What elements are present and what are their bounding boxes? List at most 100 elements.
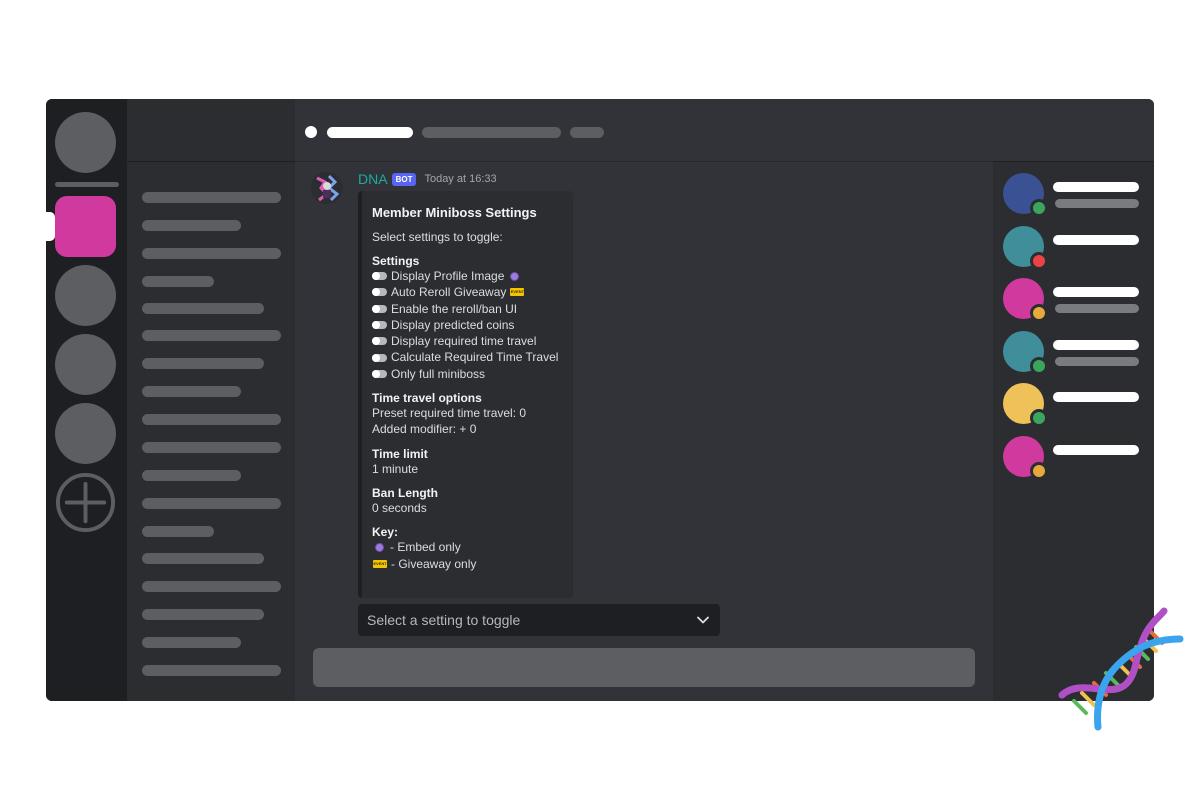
setting-label: Display required time travel — [391, 334, 537, 349]
ban-length-heading: Ban Length — [372, 485, 438, 500]
channel-name — [327, 127, 413, 138]
channel-item[interactable] — [142, 609, 264, 620]
settings-select[interactable]: Select a setting to toggle — [358, 604, 720, 636]
toggle-off-icon — [372, 369, 387, 378]
setting-row: Auto Reroll Giveaway EVENT — [372, 284, 567, 300]
event-badge-icon: EVENT — [510, 288, 525, 297]
status-idle-icon — [1030, 462, 1048, 480]
embed-description: Select settings to toggle: — [372, 230, 503, 244]
channel-item[interactable] — [142, 442, 281, 453]
member-activity — [1055, 199, 1139, 208]
channel-item[interactable] — [142, 276, 214, 287]
setting-row: Display predicted coins — [372, 317, 567, 333]
channel-item[interactable] — [142, 498, 281, 509]
key-row: EVENT - Giveaway only — [372, 556, 567, 572]
channel-item[interactable] — [142, 358, 264, 369]
setting-label: Enable the reroll/ban UI — [391, 301, 518, 316]
time-limit-value: 1 minute — [372, 461, 419, 476]
channel-item[interactable] — [142, 581, 281, 592]
setting-label: Display Profile Image — [391, 269, 505, 283]
channel-item[interactable] — [142, 637, 241, 648]
message-header: DNA BOT Today at 16:33 — [358, 170, 497, 188]
status-idle-icon — [1030, 304, 1048, 322]
channel-item[interactable] — [142, 330, 281, 341]
member-item[interactable] — [1003, 173, 1143, 217]
status-online-icon — [1030, 199, 1048, 217]
setting-row: Display required time travel — [372, 333, 567, 349]
member-name — [1053, 445, 1139, 455]
member-item[interactable] — [1003, 436, 1143, 480]
toggle-off-icon — [372, 337, 387, 346]
select-placeholder: Select a setting to toggle — [367, 612, 521, 628]
setting-row: Calculate Required Time Travel — [372, 349, 567, 365]
chat-area: DNA BOT Today at 16:33 Member Miniboss S… — [295, 99, 993, 701]
dna-helix-icon — [1058, 607, 1184, 731]
server-icon[interactable] — [55, 265, 116, 326]
channel-item[interactable] — [142, 526, 214, 537]
setting-row: Only full miniboss — [372, 366, 567, 382]
embed-only-icon — [375, 542, 384, 552]
dna-avatar-icon — [311, 172, 343, 204]
server-icon[interactable] — [55, 403, 116, 464]
channel-item[interactable] — [142, 553, 264, 564]
setting-row: Enable the reroll/ban UI — [372, 301, 567, 317]
settings-list: Display Profile Image Auto Reroll Giveaw… — [372, 268, 567, 382]
channel-item[interactable] — [142, 470, 241, 481]
status-online-icon — [1030, 357, 1048, 375]
member-activity — [1055, 357, 1139, 366]
member-item[interactable] — [1003, 226, 1143, 270]
time-travel-line: Added modifier: + 0 — [372, 422, 477, 437]
channel-list — [127, 99, 295, 701]
channel-topic — [422, 127, 561, 138]
member-item[interactable] — [1003, 278, 1143, 322]
channel-item[interactable] — [142, 665, 281, 676]
setting-label: Auto Reroll Giveaway — [391, 285, 507, 300]
channel-item[interactable] — [142, 414, 281, 425]
member-item[interactable] — [1003, 331, 1143, 375]
server-header[interactable] — [127, 99, 295, 162]
settings-heading: Settings — [372, 254, 420, 268]
member-name — [1053, 182, 1139, 192]
member-activity — [1055, 304, 1139, 313]
embed-only-icon — [510, 271, 520, 281]
member-list-header — [993, 99, 1154, 162]
member-name — [1053, 287, 1139, 297]
toggle-off-icon — [372, 272, 387, 281]
channel-item[interactable] — [142, 303, 264, 314]
channel-item[interactable] — [142, 192, 281, 203]
setting-label: Calculate Required Time Travel — [391, 350, 559, 365]
bot-tag: BOT — [391, 172, 417, 186]
channel-item[interactable] — [142, 248, 281, 259]
channel-item[interactable] — [142, 386, 241, 397]
add-server-icon[interactable] — [55, 472, 116, 533]
channel-icon — [305, 126, 317, 138]
key-giveaway-only-label: - Giveaway only — [391, 556, 477, 571]
toggle-off-icon — [372, 304, 387, 313]
server-rail — [46, 99, 127, 701]
chevron-down-icon — [697, 616, 709, 624]
embed-title: Member Miniboss Settings — [372, 205, 537, 220]
key-heading: Key: — [372, 525, 399, 540]
ban-length-value: 0 seconds — [372, 500, 427, 515]
settings-embed: Member Miniboss Settings Select settings… — [358, 191, 573, 598]
server-icon[interactable] — [55, 334, 116, 395]
home-button[interactable] — [55, 112, 116, 173]
status-online-icon — [1030, 409, 1048, 427]
status-dnd-icon — [1030, 252, 1048, 270]
toggle-off-icon — [372, 353, 387, 362]
setting-label: Only full miniboss — [391, 366, 486, 381]
time-travel-line: Preset required time travel: 0 — [372, 406, 527, 421]
channel-item[interactable] — [142, 220, 241, 231]
message-input[interactable] — [313, 648, 975, 687]
bot-avatar[interactable] — [311, 172, 343, 204]
member-name — [1053, 392, 1139, 402]
server-separator — [55, 182, 119, 187]
key-row: - Embed only — [372, 539, 567, 555]
member-item[interactable] — [1003, 383, 1143, 427]
time-limit-heading: Time limit — [372, 446, 428, 461]
server-icon-active[interactable] — [55, 196, 116, 257]
message-username[interactable]: DNA — [358, 171, 388, 187]
channel-header — [295, 99, 993, 162]
active-server-indicator — [46, 212, 55, 241]
member-name — [1053, 340, 1139, 350]
